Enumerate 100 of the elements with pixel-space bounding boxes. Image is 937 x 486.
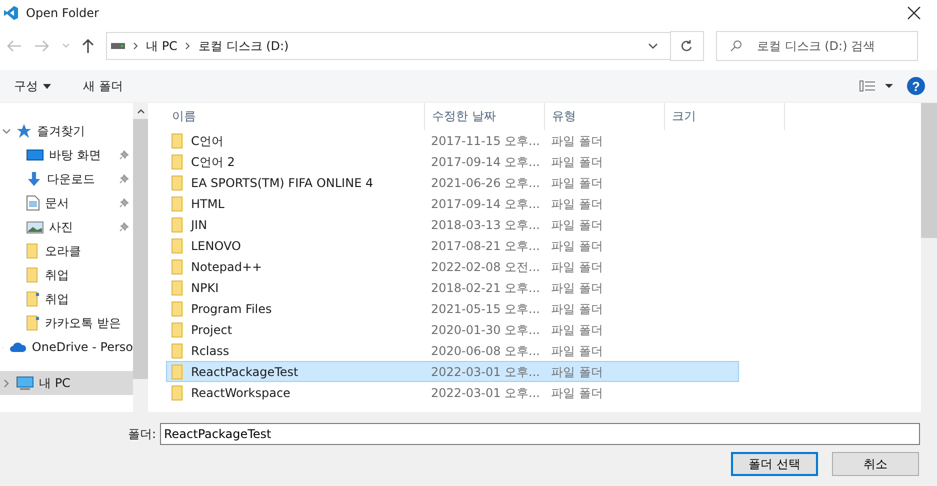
sidebar-scrollbar[interactable] (133, 103, 148, 412)
folder-icon (171, 300, 185, 316)
modified-date: 2018-02-21 오후... (431, 282, 540, 294)
folder-icon (171, 154, 185, 170)
file-name: EA SPORTS(TM) FIFA ONLINE 4 (191, 176, 374, 188)
refresh-button[interactable] (670, 31, 704, 61)
folder-icon (171, 322, 185, 338)
document-icon (26, 195, 40, 211)
sidebar-item[interactable]: 취업 (0, 287, 133, 311)
file-name: ReactPackageTest (191, 366, 298, 378)
sidebar-item[interactable]: 사진 (0, 215, 133, 239)
file-type: 파일 폴더 (551, 282, 603, 294)
file-row[interactable]: C언어 2017-11-15 오후... 파일 폴더 (166, 130, 739, 151)
file-row[interactable]: HTML 2017-09-14 오후... 파일 폴더 (166, 193, 739, 214)
file-row[interactable]: Notepad++ 2022-02-08 오전... 파일 폴더 (166, 256, 739, 277)
cancel-button[interactable]: 취소 (832, 452, 919, 476)
sidebar-item[interactable]: 오라클 (0, 239, 133, 263)
file-row[interactable]: ReactPackageTest 2022-03-01 오후... 파일 폴더 (166, 361, 739, 382)
file-name: NPKI (191, 282, 219, 294)
search-field[interactable]: 로컬 디스크 (D:) 검색 (716, 31, 918, 61)
folder-icon (171, 280, 185, 296)
modified-date: 2021-06-26 오후... (431, 176, 540, 188)
file-row[interactable]: Program Files 2021-05-15 오후... 파일 폴더 (166, 298, 739, 319)
file-type: 파일 폴더 (551, 156, 603, 168)
file-type: 파일 폴더 (551, 260, 603, 272)
file-name: LENOVO (191, 240, 241, 252)
file-name: ReactWorkspace (191, 386, 290, 398)
column-header[interactable]: 수정한 날짜 (425, 103, 545, 130)
folder-icon (171, 384, 185, 400)
folder-icon (171, 238, 185, 254)
select-folder-button[interactable]: 폴더 선택 (731, 452, 818, 476)
close-icon[interactable] (907, 6, 921, 20)
column-header[interactable]: 이름 (165, 103, 425, 130)
folder-icon (171, 196, 185, 212)
folder-icon (171, 132, 185, 148)
file-type: 파일 폴더 (551, 134, 603, 146)
view-options-icon[interactable] (859, 80, 893, 92)
folder-icon (171, 342, 185, 358)
folder-icon (171, 258, 185, 274)
file-row[interactable]: EA SPORTS(TM) FIFA ONLINE 4 2021-06-26 오후... 파일 폴더 (166, 172, 739, 193)
sidebar-item[interactable]: 카카오톡 받은 (0, 311, 133, 335)
file-name: C언어 2 (191, 156, 235, 168)
folder-shortcut-icon (26, 315, 40, 331)
file-name: Program Files (191, 302, 272, 314)
file-row[interactable]: Rclass 2020-06-08 오후... 파일 폴더 (166, 340, 739, 361)
file-row[interactable]: NPKI 2018-02-21 오후... 파일 폴더 (166, 277, 739, 298)
file-type: 파일 폴더 (551, 198, 603, 210)
modified-date: 2017-11-15 오후... (431, 134, 540, 146)
modified-date: 2018-03-13 오후... (431, 218, 540, 230)
file-row[interactable]: ReactWorkspace 2022-03-01 오후... 파일 폴더 (166, 382, 739, 403)
breadcrumb-item[interactable]: 로컬 디스크 (D:) (198, 38, 289, 54)
chevron-right-icon[interactable] (2, 378, 11, 388)
picture-icon (26, 219, 44, 235)
window-title: Open Folder (26, 6, 99, 20)
sidebar-item[interactable]: OneDrive - Perso (0, 335, 133, 359)
modified-date: 2022-02-08 오전... (431, 260, 540, 272)
file-row[interactable]: JIN 2018-03-13 오후... 파일 폴더 (166, 214, 739, 235)
sidebar-item[interactable]: 내 PC (0, 371, 133, 395)
file-name: JIN (191, 218, 208, 230)
back-arrow-icon[interactable] (6, 40, 22, 52)
column-header[interactable]: 크기 (665, 103, 785, 130)
file-row[interactable]: Project 2020-01-30 오후... 파일 폴더 (166, 319, 739, 340)
folder-icon (171, 364, 185, 380)
file-type: 파일 폴더 (551, 240, 603, 252)
file-row[interactable]: LENOVO 2017-08-21 오후... 파일 폴더 (166, 235, 739, 256)
chevron-down-icon[interactable] (648, 43, 658, 49)
folder-icon (171, 174, 185, 190)
sidebar-item[interactable]: 바탕 화면 (0, 143, 133, 167)
help-button[interactable]: ? (907, 77, 925, 95)
address-bar[interactable]: 내 PC 로컬 디스크 (D:) (106, 32, 671, 60)
new-folder-button[interactable]: 새 폴더 (79, 76, 127, 96)
sidebar-item[interactable]: 즐겨찾기 (0, 119, 133, 143)
file-type: 파일 폴더 (551, 386, 603, 398)
folder-name-field[interactable]: ReactPackageTest (160, 423, 920, 445)
chevron-up-icon[interactable] (136, 108, 144, 114)
file-name: Rclass (191, 344, 230, 356)
file-type: 파일 폴더 (551, 176, 603, 188)
forward-arrow-icon[interactable] (34, 40, 50, 52)
modified-date: 2017-08-21 오후... (431, 240, 540, 252)
sidebar-item[interactable]: 취업 (0, 263, 133, 287)
list-scrollbar[interactable] (921, 103, 937, 412)
chevron-down-icon[interactable] (2, 126, 11, 136)
file-row[interactable]: C언어 2 2017-09-14 오후... 파일 폴더 (166, 151, 739, 172)
chevron-right-icon (133, 42, 138, 50)
breadcrumb-item[interactable]: 내 PC (146, 38, 178, 54)
folder-shortcut-icon (26, 291, 40, 307)
modified-date: 2021-05-15 오후... (431, 302, 540, 314)
modified-date: 2022-03-01 오후... (431, 386, 540, 398)
chevron-right-icon (185, 42, 190, 50)
organize-button[interactable]: 구성 (10, 76, 55, 96)
file-name: Project (191, 324, 232, 336)
computer-icon (16, 375, 34, 391)
sidebar-item[interactable]: 문서 (0, 191, 133, 215)
up-arrow-icon[interactable] (82, 38, 94, 54)
file-name: HTML (191, 198, 224, 210)
column-header[interactable]: 유형 (545, 103, 665, 130)
modified-date: 2020-06-08 오후... (431, 344, 540, 356)
folder-icon (26, 243, 40, 259)
sidebar-item[interactable]: 다운로드 (0, 167, 133, 191)
file-type: 파일 폴더 (551, 324, 603, 336)
